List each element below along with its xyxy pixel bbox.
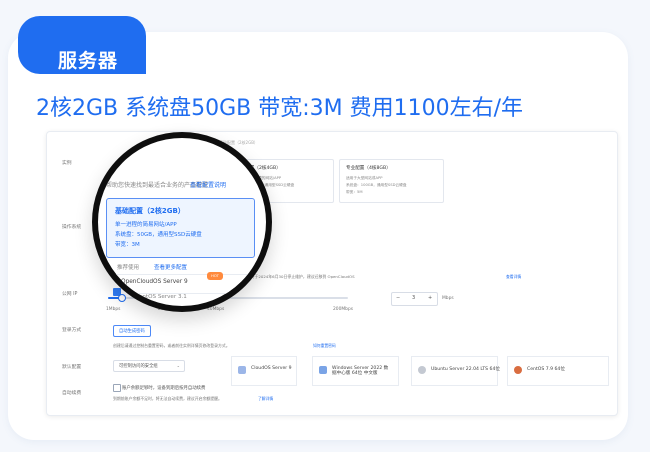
ubuntu-icon [418, 366, 426, 374]
zoom-selected-plan-title: 基础配置（2核2GB） [115, 207, 185, 215]
bandwidth-unit: Mbps [442, 296, 454, 301]
security-row-label: 默认配置 [62, 365, 82, 370]
renew-row-label: 自动续费 [62, 391, 82, 396]
os-maintenance-link[interactable]: 查看详情 [506, 274, 521, 280]
zoom-selected-plan-line-1: 单一进程的简易网站/APP [115, 222, 177, 228]
reset-password-link[interactable]: 如何重置密码 [313, 343, 336, 349]
bandwidth-tick-200: 200Mbps [333, 307, 354, 312]
plan-option-professional-line-3: 带宽：5M [346, 190, 363, 194]
magnified-plan-detail: 帮助您快速找到最适合业务的产品配置 查看配置说明 基础配置（2核2GB） 单一进… [92, 132, 272, 312]
os-option-cloudos-label: CloudOS Server 9 [251, 366, 292, 371]
bandwidth-stepper[interactable]: − 3 + [391, 292, 438, 306]
server-tab-label: 服务器 [58, 50, 119, 72]
bandwidth-tick-40: 40Mbps [207, 307, 225, 312]
security-group-value: 可控制访问的安全组 [119, 364, 158, 369]
zoom-os-sub: CentOS Server 3.1 [135, 294, 187, 300]
os-option-centos-selected[interactable]: CentOS 7.9 64位 [507, 356, 609, 386]
auto-generate-password-button[interactable]: 自动生成密码 [113, 325, 151, 337]
renew-hint: 到期前账户余额不足时，将无法自动续费，建议开启余额提醒。 [113, 396, 222, 401]
zoom-os-name: OpenCloudOS Server 9 [121, 279, 188, 285]
login-hint: 创建后请通过控制台重置密码，或者前往实例详情页修改登录方式。 [113, 343, 230, 348]
bandwidth-slider-handle[interactable] [118, 294, 126, 302]
os-option-windows[interactable]: Windows Server 2022 数据中心版 64位 中文版 [312, 356, 399, 386]
bandwidth-tick-1: 1Mbps [106, 307, 121, 312]
server-spec-headline: 2核2GB 系统盘50GB 带宽:3M 费用1100左右/年 [36, 96, 524, 121]
chevron-down-icon: ⌄ [176, 363, 180, 368]
centos-icon [514, 366, 522, 374]
zoom-os-card[interactable]: OpenCloudOS Server 9 [112, 274, 255, 294]
os-row-label: 操作系统 [62, 225, 82, 230]
os-option-ubuntu[interactable]: Ubuntu Server 22.04 LTS 64位 [411, 356, 500, 386]
increase-bandwidth-button[interactable]: + [428, 295, 432, 301]
auto-renew-checkbox[interactable] [113, 384, 121, 392]
zoom-more-config-link[interactable]: 查看更多配置 [154, 263, 187, 271]
os-option-ubuntu-label: Ubuntu Server 22.04 LTS 64位 [431, 367, 500, 372]
plan-option-professional-line-2: 系统盘：100GB，通用型SSD云硬盘 [346, 183, 407, 187]
zoom-selected-plan-card[interactable]: 基础配置（2核2GB） 单一进程的简易网站/APP 系统盘：50GB，通用型SS… [106, 198, 255, 258]
os-option-centos-label: CentOS 7.9 64位 [527, 367, 565, 372]
decrease-bandwidth-button[interactable]: − [396, 295, 400, 301]
zoom-selected-plan-line-2: 系统盘：50GB，通用型SSD云硬盘 [115, 232, 202, 238]
zoom-recommend-text: 推荐使用 [117, 265, 140, 271]
login-row-label: 登录方式 [62, 328, 82, 333]
zoom-config-link[interactable]: 查看配置说明 [190, 180, 226, 189]
security-group-select[interactable]: 可控制访问的安全组 ⌄ [113, 360, 185, 372]
auto-renew-text: 账户余额足够时，设备到期后按月自动续费 [122, 386, 206, 391]
server-tab: 服务器 [18, 16, 146, 74]
plan-row-label: 实例 [62, 161, 72, 166]
os-option-windows-label: Windows Server 2022 数据中心版 64位 中文版 [332, 366, 389, 376]
plan-option-professional[interactable]: 专业配置（4核8GB） 适用于大型网站或APP 系统盘：100GB，通用型SSD… [339, 159, 444, 203]
renew-details-link[interactable]: 了解详情 [258, 396, 273, 402]
bandwidth-value[interactable]: 3 [412, 295, 415, 301]
zoom-selected-plan-line-3: 带宽：3M [115, 242, 140, 248]
public-ip-row-label: 公网 IP [62, 292, 78, 297]
plan-option-professional-title: 专业配置（4核8GB） [346, 166, 391, 171]
hot-badge: HOT [207, 272, 223, 280]
plan-option-professional-line-1: 适用于大型网站或APP [346, 176, 383, 180]
windows-icon [319, 366, 327, 374]
os-option-cloudos[interactable]: CloudOS Server 9 [231, 356, 297, 386]
os-cloud-icon [238, 366, 246, 374]
